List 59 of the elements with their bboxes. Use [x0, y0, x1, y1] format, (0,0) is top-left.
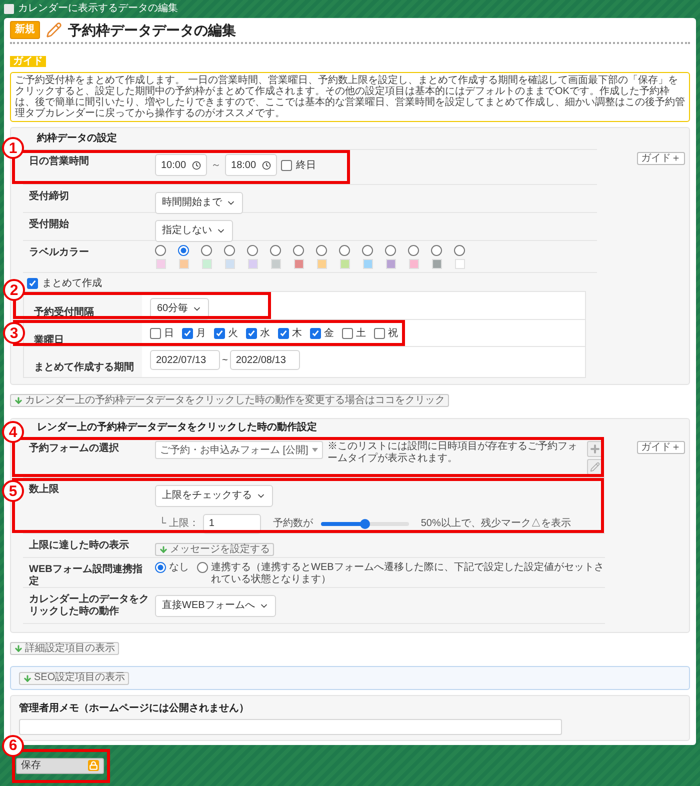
checkbox-label: 木 — [292, 326, 302, 341]
field-label: カレンダー上のデータをクリックした時の動作 — [29, 594, 150, 618]
callout-number: 6 — [2, 734, 24, 756]
field-label: 予約受付間隔 — [34, 307, 94, 318]
checkbox-label: 祝 — [388, 326, 398, 341]
radio-label: 連携する（連携するとWEBフォームへ遷移した際に、下記で設定した設定値がセットされている状態となります） — [211, 562, 605, 586]
select-field[interactable]: 上限をチェックする — [155, 484, 273, 506]
callout-number: 4 — [2, 421, 24, 443]
guide-button[interactable]: ガイド＋ — [637, 152, 685, 165]
time-field[interactable]: 18:00 — [225, 154, 278, 176]
field-label: 受付開始 — [29, 219, 70, 231]
checkbox-label: まとめて作成 — [42, 276, 102, 290]
seo-button[interactable]: SEO設定項目の表示 — [19, 672, 130, 684]
callout-number: 1 — [2, 137, 24, 159]
select-field[interactable]: ご予約・お申込みフォーム [公開] — [155, 441, 324, 459]
guide-text: ご予約受付枠をまとめて作成します。 一日の営業時間、営業曜日、予約数上限を設定し、まとめて作成する期間を確認して画面最下部の「保存」をクリックすると、設定した期間中の予約枠がまとめて作成されます。その他の設定項目は基本的にはデフォルトのままでOKです。作成した予約枠は、後で簡単に間引いたり、増やしたりできますので、ここでは基本的な営業曜日、営業時間を設定してまとめて作成し、細かい調整はこの後予約管理タブカレンダーに戻ってから操作するのがオススメです。 — [10, 72, 690, 122]
window-title: カレンダーに表示するデータの編集 — [18, 4, 178, 14]
callout-number: 3 — [3, 322, 25, 344]
time-field[interactable]: 10:00 — [155, 154, 208, 176]
page-title: 予約枠データデータの編集 — [68, 20, 236, 40]
date-field[interactable]: 2022/07/13 — [150, 350, 220, 370]
select-field[interactable]: 指定しない — [155, 220, 233, 242]
range-separator: ~ — [222, 354, 228, 368]
detail-button[interactable]: 詳細設定項目の表示 — [10, 642, 119, 655]
slider-reading: 50%以上で、残少マーク△を表示 — [420, 516, 571, 531]
checkbox-label: 火 — [228, 326, 238, 341]
new-badge: 新規 — [10, 21, 40, 39]
message-button[interactable]: メッセージを設定する — [155, 543, 274, 556]
select-field[interactable]: 直接WEBフォームへ — [155, 594, 276, 616]
section-heading: 約枠データの設定 — [37, 131, 117, 146]
save-button[interactable]: 保存 — [16, 758, 104, 774]
date-field[interactable]: 2022/08/13 — [230, 350, 300, 370]
callout-number: 5 — [2, 480, 24, 502]
field-label: まとめて作成する期間 — [34, 362, 134, 373]
field-label: 日の営業時間 — [29, 156, 90, 168]
memo-heading: 管理者用メモ（ホームページには公開されません） — [19, 702, 250, 716]
radio-label: なし — [169, 562, 189, 574]
guide-tag: ガイド — [10, 56, 46, 67]
field-label: ラベルカラー — [29, 247, 90, 259]
checkbox-label: 月 — [196, 327, 206, 341]
checkbox-label: 金 — [324, 327, 334, 341]
guide-button[interactable]: ガイド＋ — [637, 441, 685, 454]
field-label: 上限に達した時の表示 — [29, 540, 130, 552]
field-label: └ 上限： — [159, 516, 199, 531]
form-note: ※このリストには設問に日時項目が存在するご予約フォームタイプが表示されます。 — [327, 441, 578, 466]
field-label: 数上限 — [29, 484, 60, 496]
checkbox-label: 水 — [260, 326, 270, 341]
range-separator: ～ — [211, 158, 222, 172]
field-label: WEBフォーム設問連携指定 — [29, 564, 144, 588]
callout-number: 2 — [3, 279, 25, 301]
select-field[interactable]: 時間開始まで — [155, 192, 243, 214]
checkbox-label: 土 — [356, 326, 366, 341]
slider-label: 予約数が — [272, 517, 313, 531]
section-heading: レンダー上の予約枠データデータをクリックした時の動作設定 — [37, 420, 317, 435]
toggle-button[interactable]: カレンダー上の予約枠データデータをクリックした時の動作を変更する場合はココをクリック — [10, 394, 449, 407]
field-label: 受付締切 — [29, 191, 70, 203]
checkbox-label: 日 — [164, 327, 174, 341]
checkbox-label: 終日 — [296, 158, 316, 172]
field-label: 予約フォームの選択 — [29, 443, 120, 455]
